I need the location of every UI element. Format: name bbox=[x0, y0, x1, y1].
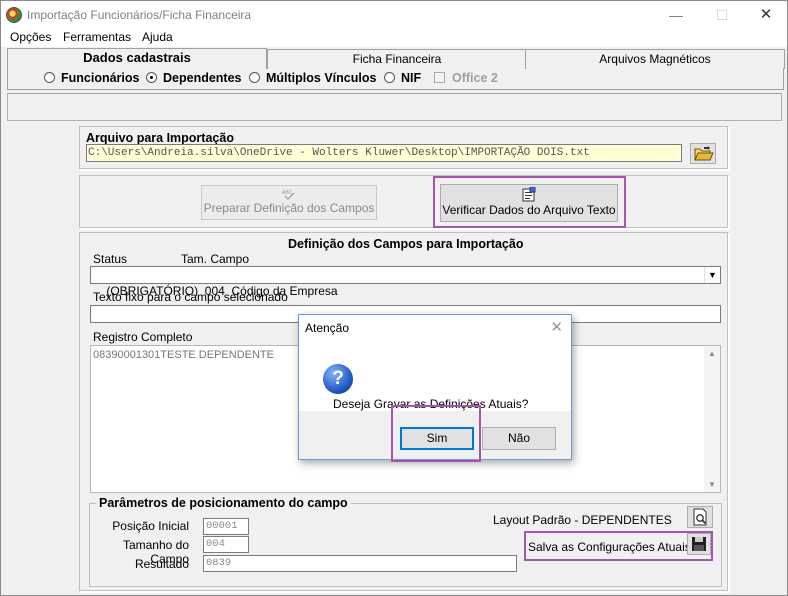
definicao-title: Definição dos Campos para Importação bbox=[288, 237, 524, 251]
minimize-button[interactable]: — bbox=[653, 1, 699, 29]
radio-multiplos-vinculos[interactable] bbox=[249, 72, 260, 83]
dialog-title: Atenção bbox=[305, 321, 350, 335]
maximize-button[interactable]: ☐ bbox=[699, 1, 745, 29]
registro-scrollbar[interactable]: ▲ ▼ bbox=[704, 346, 720, 492]
close-icon[interactable]: ✕ bbox=[550, 318, 563, 336]
actions-group bbox=[79, 175, 729, 229]
highlight-sim bbox=[391, 405, 481, 462]
window-title: Importação Funcionários/Ficha Financeira bbox=[27, 8, 252, 22]
open-file-button[interactable] bbox=[690, 143, 716, 164]
tamanho-campo-field[interactable]: 004 bbox=[203, 536, 249, 553]
dialog-body: ? Deseja Gravar as Definições Atuais? bbox=[299, 340, 571, 411]
resultado-field[interactable]: 0839 bbox=[203, 555, 517, 572]
scroll-up-icon[interactable]: ▲ bbox=[704, 349, 720, 358]
tab-dados-cadastrais[interactable]: Dados cadastrais bbox=[7, 48, 267, 69]
radio-dependentes[interactable] bbox=[146, 72, 157, 83]
registro-completo-value: 08390001301TESTE DEPENDENTE bbox=[93, 349, 274, 361]
menu-bar: Opções Ferramentas Ajuda bbox=[1, 29, 787, 47]
office2-checkbox bbox=[434, 72, 445, 83]
arquivo-label: Arquivo para Importação bbox=[86, 131, 234, 145]
toolbar-strip bbox=[7, 93, 782, 121]
layout-padrao-label: Layout Padrão - DEPENDENTES bbox=[493, 513, 672, 527]
registro-completo-label: Registro Completo bbox=[93, 330, 193, 344]
radio-funcionarios[interactable] bbox=[44, 72, 55, 83]
tab-ficha-financeira[interactable]: Ficha Financeira bbox=[267, 49, 527, 69]
menu-opcoes[interactable]: Opções bbox=[10, 30, 51, 44]
close-button[interactable]: ✕ bbox=[743, 1, 788, 29]
tam-campo-label: Tam. Campo bbox=[181, 252, 250, 266]
radio-multiplos-vinculos-label[interactable]: Múltiplos Vínculos bbox=[266, 71, 376, 85]
posicao-inicial-field[interactable]: 00001 bbox=[203, 518, 249, 535]
title-bar: Importação Funcionários/Ficha Financeira… bbox=[1, 1, 787, 29]
menu-ajuda[interactable]: Ajuda bbox=[142, 30, 173, 44]
file-path-field[interactable]: C:\Users\Andreia.silva\OneDrive - Wolter… bbox=[86, 144, 682, 162]
no-button[interactable]: Não bbox=[482, 427, 556, 450]
main-window: Importação Funcionários/Ficha Financeira… bbox=[0, 0, 788, 596]
menu-ferramentas[interactable]: Ferramentas bbox=[63, 30, 131, 44]
highlight-salva bbox=[524, 531, 713, 561]
question-icon: ? bbox=[323, 364, 353, 394]
radio-funcionarios-label[interactable]: Funcionários bbox=[61, 71, 139, 85]
resultado-label: Resultado bbox=[134, 557, 189, 571]
radio-nif[interactable] bbox=[384, 72, 395, 83]
preparar-label: Preparar Definição dos Campos bbox=[203, 201, 375, 215]
campo-select[interactable]: (OBRIGATÓRIO) 004 Código da Empresa ▼ bbox=[90, 266, 721, 298]
posicao-inicial-label: Posição Inicial bbox=[112, 519, 189, 533]
document-search-icon bbox=[693, 508, 707, 526]
radio-nif-label[interactable]: NIF bbox=[401, 71, 421, 85]
dialog-title-bar: Atenção ✕ bbox=[299, 315, 571, 340]
texto-fixo-label: Texto fixo para o campo selecionado bbox=[93, 290, 288, 304]
office2-label: Office 2 bbox=[452, 71, 498, 85]
layout-preview-button[interactable] bbox=[687, 506, 713, 528]
app-icon bbox=[6, 7, 22, 23]
status-label: Status bbox=[93, 252, 128, 266]
scroll-down-icon[interactable]: ▼ bbox=[704, 480, 720, 489]
chevron-down-icon[interactable]: ▼ bbox=[704, 267, 720, 283]
radio-dependentes-label[interactable]: Dependentes bbox=[163, 71, 242, 85]
highlight-verificar bbox=[433, 176, 626, 228]
preparar-definicao-button[interactable]: ABC Preparar Definição dos Campos bbox=[201, 185, 377, 220]
folder-open-icon bbox=[694, 146, 714, 161]
tab-arquivos-magneticos[interactable]: Arquivos Magnéticos bbox=[525, 49, 785, 69]
parametros-title: Parâmetros de posicionamento do campo bbox=[96, 496, 351, 510]
